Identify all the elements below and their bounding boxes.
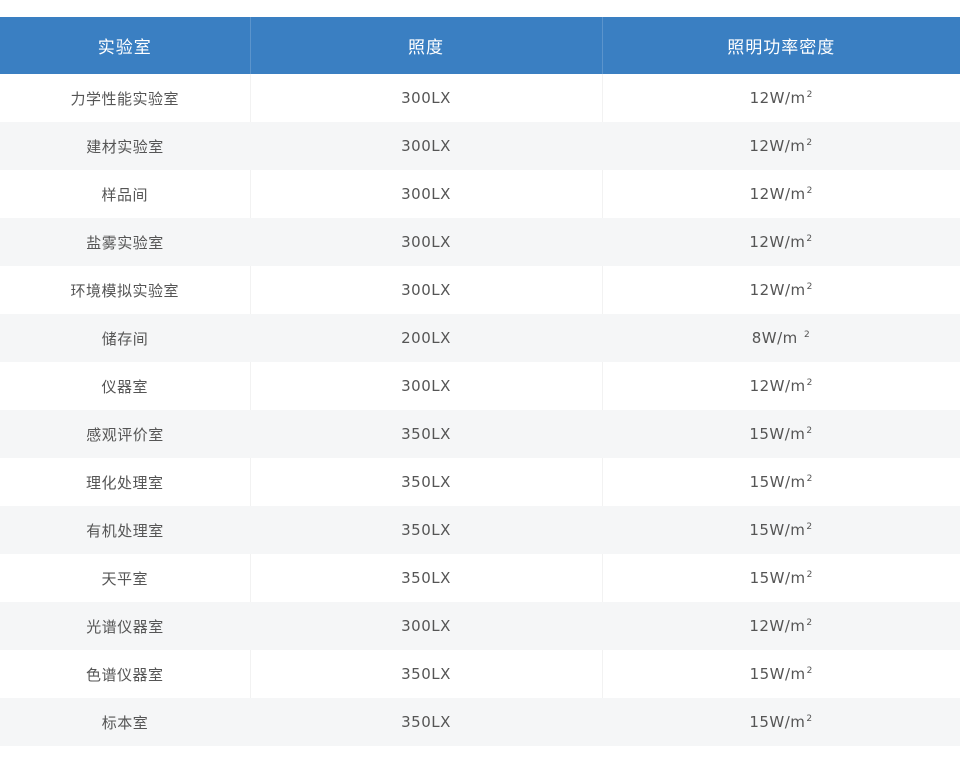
- header-row: 实验室 照度 照明功率密度: [0, 17, 960, 74]
- power-density-value: 12W/m: [749, 377, 806, 395]
- unit-superscript: 2: [806, 426, 813, 436]
- unit-superscript: 2: [806, 378, 813, 388]
- power-density-cell: 12W/m2: [601, 74, 960, 122]
- illuminance-value: 350LX: [401, 521, 451, 539]
- power-density-value: 15W/m: [749, 425, 806, 443]
- room-name: 样品间: [101, 185, 148, 204]
- room-name: 标本室: [101, 713, 149, 732]
- illuminance-value: 300LX: [401, 137, 451, 155]
- room-name: 理化处理室: [85, 473, 164, 492]
- illuminance-value: 300LX: [249, 266, 602, 314]
- unit-superscript: 2: [806, 522, 813, 532]
- table-row: 光谱仪器室 300LX 12W/m2: [0, 602, 960, 650]
- power-density-value: 12W/m: [749, 617, 806, 635]
- power-density-value: 12W/m: [749, 137, 806, 155]
- room-name: 色谱仪器室: [85, 665, 164, 684]
- table-row: 标本室 350LX 15W/m2: [0, 698, 960, 746]
- power-density-value: 12W/m: [749, 281, 806, 299]
- power-density-cell: 12W/m2: [602, 122, 960, 170]
- power-density-cell: 12W/m2: [602, 218, 960, 266]
- table-row: 建材实验室 300LX 12W/m2: [0, 122, 960, 170]
- power-density-value: 15W/m: [749, 713, 806, 731]
- table-row: 力学性能实验室 300LX 12W/m2: [0, 74, 960, 122]
- lab-lighting-table-container: 实验室 照度 照明功率密度 力学性能实验室 300LX 12W/m2 建材实验室…: [0, 17, 960, 746]
- illuminance-value: 300LX: [249, 362, 602, 410]
- illuminance-value: 350LX: [401, 425, 451, 443]
- room-name: 环境模拟实验室: [70, 281, 179, 300]
- room-name: 建材实验室: [86, 137, 164, 156]
- power-density-cell: 12W/m2: [601, 170, 960, 218]
- unit-superscript: 2: [806, 570, 813, 580]
- table-row: 仪器室 300LX 12W/m2: [0, 362, 960, 410]
- lab-lighting-table: 实验室 照度 照明功率密度 力学性能实验室 300LX 12W/m2 建材实验室…: [0, 17, 960, 746]
- unit-superscript: 2: [806, 474, 813, 484]
- table-row: 天平室 350LX 15W/m2: [0, 554, 960, 602]
- unit-superscript: 2: [806, 666, 813, 676]
- table-row: 环境模拟实验室 300LX 12W/m2: [0, 266, 960, 314]
- power-density-value: 12W/m: [749, 233, 806, 251]
- table-row: 储存间 200LX 8W/m 2: [0, 314, 960, 362]
- power-density-cell: 12W/m2: [602, 602, 960, 650]
- table-row: 色谱仪器室 350LX 15W/m2: [0, 650, 960, 698]
- header-room: 实验室: [97, 38, 152, 58]
- power-density-cell: 15W/m2: [602, 698, 960, 746]
- room-name: 力学性能实验室: [70, 89, 179, 108]
- power-density-value: 15W/m: [749, 473, 806, 491]
- unit-superscript: 2: [806, 90, 813, 100]
- illuminance-value: 300LX: [401, 233, 451, 251]
- power-density-cell: 8W/m 2: [602, 314, 960, 362]
- table-row: 有机处理室 350LX 15W/m2: [0, 506, 960, 554]
- room-name: 储存间: [101, 329, 149, 348]
- table-row: 盐雾实验室 300LX 12W/m2: [0, 218, 960, 266]
- illuminance-value: 350LX: [249, 650, 602, 698]
- room-name: 光谱仪器室: [86, 617, 164, 636]
- room-name: 感观评价室: [86, 425, 164, 444]
- power-density-cell: 15W/m2: [601, 554, 960, 602]
- power-density-cell: 15W/m2: [601, 650, 960, 698]
- unit-superscript: 2: [806, 234, 813, 244]
- power-density-cell: 15W/m2: [602, 410, 960, 458]
- room-name: 天平室: [101, 569, 148, 588]
- illuminance-value: 300LX: [249, 170, 602, 218]
- header-power-density: 照明功率密度: [601, 17, 960, 74]
- illuminance-value: 350LX: [249, 554, 602, 602]
- illuminance-value: 350LX: [249, 458, 602, 506]
- power-density-value: 8W/m: [751, 329, 804, 347]
- table-header: 实验室 照度 照明功率密度: [0, 17, 960, 74]
- illuminance-value: 300LX: [249, 74, 602, 122]
- unit-superscript: 2: [806, 714, 813, 724]
- power-density-cell: 12W/m2: [601, 362, 960, 410]
- table-body: 力学性能实验室 300LX 12W/m2 建材实验室 300LX 12W/m2 …: [0, 74, 960, 746]
- room-name: 仪器室: [101, 377, 148, 396]
- table-row: 样品间 300LX 12W/m2: [0, 170, 960, 218]
- power-density-value: 15W/m: [749, 569, 806, 587]
- power-density-value: 15W/m: [749, 665, 806, 683]
- table-row: 感观评价室 350LX 15W/m2: [0, 410, 960, 458]
- room-name: 有机处理室: [86, 521, 164, 540]
- unit-superscript: 2: [806, 186, 813, 196]
- illuminance-value: 350LX: [401, 713, 451, 731]
- illuminance-value: 300LX: [401, 617, 451, 635]
- power-density-cell: 15W/m2: [601, 458, 960, 506]
- unit-superscript: 2: [806, 138, 813, 148]
- power-density-cell: 15W/m2: [602, 506, 960, 554]
- illuminance-value: 200LX: [401, 329, 451, 347]
- unit-superscript: 2: [806, 282, 813, 292]
- room-name: 盐雾实验室: [86, 233, 164, 252]
- power-density-value: 15W/m: [749, 521, 806, 539]
- table-row: 理化处理室 350LX 15W/m2: [0, 458, 960, 506]
- power-density-value: 12W/m: [749, 185, 806, 203]
- unit-superscript: 2: [804, 330, 811, 340]
- unit-superscript: 2: [806, 618, 813, 628]
- header-illuminance: 照度: [249, 17, 602, 74]
- power-density-value: 12W/m: [749, 89, 806, 107]
- power-density-cell: 12W/m2: [601, 266, 960, 314]
